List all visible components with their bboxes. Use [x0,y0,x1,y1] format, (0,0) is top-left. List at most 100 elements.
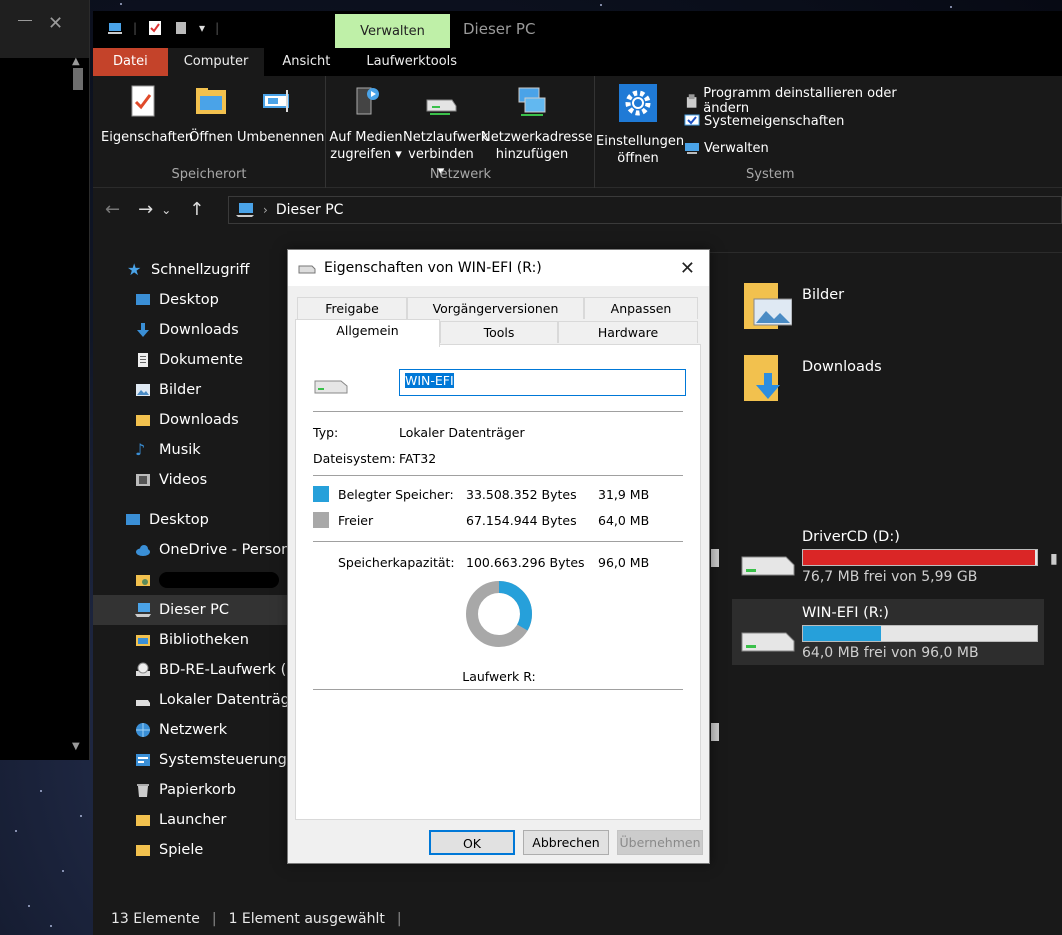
hard-drive-icon [741,632,795,652]
tab-laufwerktools[interactable]: Laufwerktools [352,48,471,76]
network-icon [136,723,150,737]
nav-label: Launcher [159,812,227,828]
rename-icon [263,90,289,112]
drive-icon [314,380,348,394]
close-icon[interactable]: ✕ [48,13,63,34]
typ-label: Typ: [313,425,339,440]
tab-computer[interactable]: Computer [167,48,265,76]
nav-label: Spiele [159,842,204,858]
systemeigenschaften-button[interactable]: Systemeigenschaften [684,113,844,129]
used-space-bytes: 33.508.352 Bytes [466,487,577,502]
properties-icon[interactable] [147,20,163,36]
network-location-icon [518,87,546,116]
scroll-up-icon[interactable]: ▲ [72,56,80,67]
scrollbar[interactable]: ▲ ▼ [71,56,85,752]
up-arrow-icon[interactable]: ↑ [189,199,204,220]
tab-allgemein[interactable]: Allgemein [295,319,440,347]
address-input[interactable]: › Dieser PC [228,196,1062,224]
partial-drive-icon [711,723,719,741]
computer-management-icon [685,143,699,154]
tab-freigabe[interactable]: Freigabe [297,297,407,319]
einstellungen-oeffnen-button[interactable]: Einstellungen öffnen [596,84,684,167]
used-space-mb: 31,9 MB [598,487,650,502]
capacity-mb: 96,0 MB [598,555,650,570]
oeffnen-button[interactable]: Öffnen [187,84,235,146]
divider [313,411,683,412]
ok-button[interactable]: OK [429,830,515,855]
toolbar-separator: | [133,21,138,35]
drive-usage-fill [803,550,1035,565]
star-icon: ★ [127,260,142,279]
drive-letter-label: Laufwerk R: [462,669,536,684]
capacity-bytes: 100.663.296 Bytes [466,555,585,570]
hard-drive-icon [741,556,795,576]
netzwerkadresse-label-line1: Netzwerkadresse [481,130,593,145]
folder-open-icon [196,88,226,114]
close-icon[interactable]: ✕ [680,258,695,279]
customize-dropdown-icon[interactable]: ▾ [199,21,205,35]
back-arrow-icon[interactable]: ← [105,199,120,220]
nav-label: Dokumente [159,352,244,368]
drive-name-value: WIN-EFI [405,373,454,388]
apply-button[interactable]: Übernehmen [617,830,703,855]
tab-tools[interactable]: Tools [440,321,558,343]
drive-name-input[interactable]: WIN-EFI [399,369,686,396]
minimize-icon[interactable] [18,20,32,21]
group-label-netzwerk: Netzwerk [429,167,492,182]
umbenennen-button[interactable]: Umbenennen [237,84,324,146]
programm-deinstallieren-button[interactable]: Programm deinstallieren oder ändern [684,86,936,116]
new-folder-icon[interactable] [173,20,189,36]
tab-vorgaengerversionen[interactable]: Vorgängerversionen [407,297,584,319]
tab-verwalten[interactable]: Verwalten [335,14,450,48]
tab-ansicht[interactable]: Ansicht [264,48,352,76]
verwalten-label: Verwalten [704,140,769,156]
nav-label: Desktop [159,292,219,308]
netzwerkadresse-label-line2: hinzufügen [495,147,569,162]
nav-label: Lokaler Datenträge [159,692,299,708]
folder-tile-downloads[interactable]: Downloads [742,351,882,405]
downloads-folder-icon [744,355,780,401]
scrollbar-thumb[interactable] [73,68,83,90]
tab-datei[interactable]: Datei [93,48,168,76]
properties-icon [131,85,155,117]
this-pc-icon [135,603,151,617]
nav-label: Dieser PC [159,602,230,618]
group-label-speicherort: Speicherort [171,167,247,182]
recycle-bin-icon [137,784,149,797]
status-separator: | [211,910,217,927]
forward-arrow-icon[interactable]: → [138,199,153,220]
netzlaufwerk-verbinden-button[interactable]: Netzlaufwerk verbinden ▾ [403,84,488,180]
breadcrumb-chevron-icon[interactable]: › [263,203,268,217]
oeffnen-label: Öffnen [189,130,233,145]
usage-donut-chart [466,581,532,647]
background-window-titlebar: ✕ [0,0,89,58]
divider [313,475,683,476]
toolbar-separator: | [215,21,220,35]
scroll-down-icon[interactable]: ▼ [72,741,80,752]
optical-drive-icon [136,662,150,676]
verwalten-button[interactable]: Verwalten [684,140,769,156]
computer-icon[interactable] [107,20,123,36]
tab-hardware[interactable]: Hardware [558,321,698,343]
nav-label: Papierkorb [159,782,237,798]
system-properties-icon [684,114,700,126]
drive-tile-win-efi[interactable]: WIN-EFI (R:) 64,0 MB frei von 96,0 MB [732,599,1044,665]
breadcrumb-dieser-pc[interactable]: Dieser PC [276,202,344,218]
gear-icon [619,84,657,122]
cancel-button[interactable]: Abbrechen [523,830,609,855]
auf-medien-zugreifen-button[interactable]: Auf Medien zugreifen ▾ [329,84,403,163]
group-speicherort: Eigenschaften Öffnen Umbenennen Speicher… [93,76,326,188]
nav-label: Schnellzugriff [151,262,250,278]
netzwerkadresse-hinzufuegen-button[interactable]: Netzwerkadresse hinzufügen [481,84,593,163]
folder-tile-bilder[interactable]: Bilder [742,279,844,333]
item-count: 13 Elemente [111,910,200,927]
drive-name: WIN-EFI (R:) [802,605,889,621]
eigenschaften-button[interactable]: Eigenschaften [101,84,194,146]
desktop-icon [136,294,150,305]
drive-free-space: 64,0 MB frei von 96,0 MB [802,645,979,661]
eigenschaften-label: Eigenschaften [101,130,194,145]
tab-anpassen[interactable]: Anpassen [584,297,698,319]
drive-tile-drivercd[interactable]: DriverCD (D:) 76,7 MB frei von 5,99 GB [732,523,1044,589]
recent-dropdown-icon[interactable]: ⌄ [161,203,171,220]
video-icon [136,474,150,486]
